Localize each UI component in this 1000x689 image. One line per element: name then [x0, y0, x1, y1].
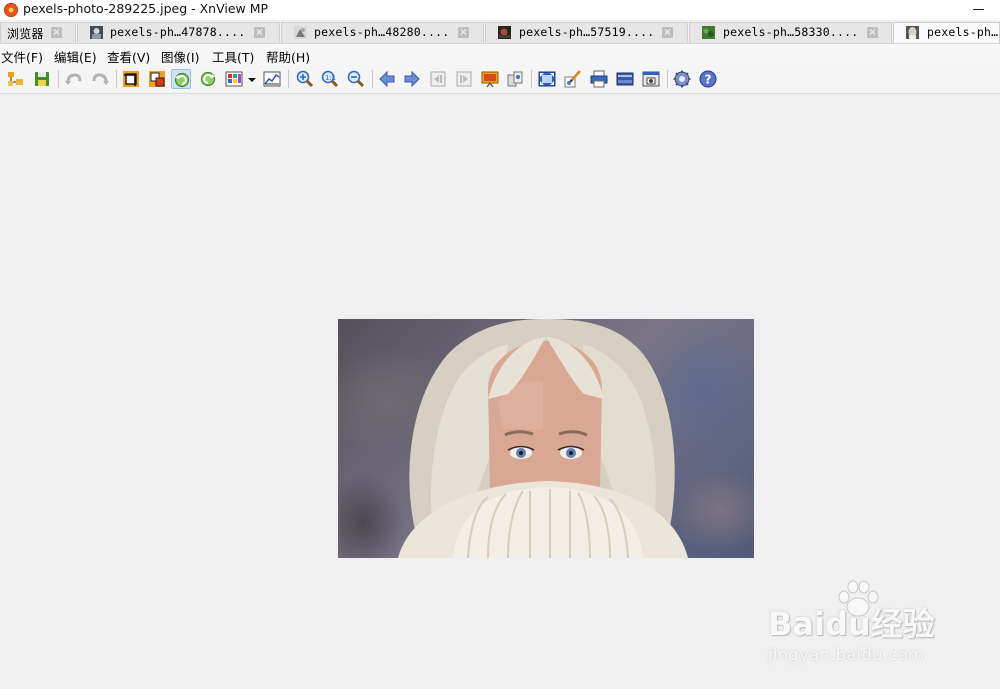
redo-icon[interactable]	[90, 69, 110, 89]
menu-tools[interactable]: 工具(T)	[212, 47, 254, 66]
toolbar-separator	[58, 70, 59, 88]
xnview-app-icon	[4, 3, 18, 17]
tab-close-icon[interactable]: ×	[662, 27, 673, 38]
image-thumbnail-icon	[906, 26, 919, 39]
image-thumbnail-icon	[702, 26, 715, 39]
toolbar-separator	[531, 70, 532, 88]
tab-label: pexels-ph…48280....	[314, 25, 450, 39]
menu-bar: 文件(F) 编辑(E) 查看(V) 图像(I) 工具(T) 帮助(H)	[0, 44, 1000, 65]
edit-paint-icon[interactable]	[563, 69, 583, 89]
capture-icon[interactable]	[641, 69, 661, 89]
title-bar: pexels-photo-289225.jpeg - XnView MP	[0, 0, 1000, 20]
baidu-watermark: Baidu经验 jingyan.baidu.com	[768, 579, 968, 671]
dropdown-arrow-icon[interactable]	[246, 69, 258, 89]
tab-label: pexels-ph…	[927, 25, 999, 39]
toolbar-separator	[372, 70, 373, 88]
previous-icon[interactable]	[377, 69, 397, 89]
save-icon[interactable]	[32, 69, 52, 89]
slideshow-icon[interactable]	[480, 69, 500, 89]
image-thumbnail-icon	[498, 26, 511, 39]
crop-icon[interactable]	[121, 69, 141, 89]
tab-browser[interactable]: 浏览器 ×	[0, 22, 76, 43]
zoom-fit-icon[interactable]: 1:1	[320, 69, 340, 89]
image-thumbnail-icon	[294, 26, 307, 39]
tab-image-2[interactable]: pexels-ph…48280.... ×	[281, 22, 484, 43]
tab-image-active[interactable]: pexels-ph…	[893, 22, 1000, 43]
toolbar-separator	[288, 70, 289, 88]
minimize-button[interactable]	[972, 2, 986, 16]
svg-text:1:1: 1:1	[325, 74, 336, 82]
undo-icon[interactable]	[64, 69, 84, 89]
tab-label: pexels-ph…57519....	[519, 25, 655, 39]
open-folder-icon[interactable]	[6, 69, 26, 89]
help-icon[interactable]: ?	[698, 69, 718, 89]
rotate-right-icon[interactable]	[198, 69, 218, 89]
tab-image-1[interactable]: pexels-ph…47878.... ×	[77, 22, 280, 43]
menu-view[interactable]: 查看(V)	[107, 47, 150, 66]
zoom-in-icon[interactable]	[295, 69, 315, 89]
tab-bar: 浏览器 × pexels-ph…47878.... × pexels-ph…48…	[0, 20, 1000, 44]
svg-text:?: ?	[705, 73, 712, 87]
tab-close-icon[interactable]: ×	[51, 27, 62, 38]
fullscreen-icon[interactable]	[537, 69, 557, 89]
tab-image-3[interactable]: pexels-ph…57519.... ×	[485, 22, 688, 43]
tab-label: pexels-ph…47878....	[110, 25, 246, 39]
tab-label: pexels-ph…58330....	[723, 25, 859, 39]
menu-image[interactable]: 图像(I)	[161, 47, 199, 66]
image-thumbnail-icon	[90, 26, 103, 39]
tab-close-icon[interactable]: ×	[254, 27, 265, 38]
first-page-icon[interactable]	[428, 69, 448, 89]
next-icon[interactable]	[402, 69, 422, 89]
menu-edit[interactable]: 编辑(E)	[54, 47, 97, 66]
color-adjust-icon[interactable]	[224, 69, 244, 89]
tab-image-4[interactable]: pexels-ph…58330.... ×	[689, 22, 892, 43]
compare-icon[interactable]	[505, 69, 525, 89]
tab-close-icon[interactable]: ×	[867, 27, 878, 38]
resize-icon[interactable]	[147, 69, 167, 89]
print-icon[interactable]	[589, 69, 609, 89]
window-title: pexels-photo-289225.jpeg - XnView MP	[23, 1, 269, 16]
histogram-icon[interactable]	[262, 69, 282, 89]
last-page-icon[interactable]	[454, 69, 474, 89]
rotate-left-icon[interactable]	[171, 69, 191, 89]
toolbar-separator	[116, 70, 117, 88]
menu-file[interactable]: 文件(F)	[1, 47, 43, 66]
watermark-brand: Baidu经验	[768, 605, 935, 643]
photo-content	[398, 319, 688, 558]
tab-label: 浏览器	[7, 27, 44, 41]
zoom-out-icon[interactable]	[346, 69, 366, 89]
menu-help[interactable]: 帮助(H)	[266, 47, 310, 66]
tab-close-icon[interactable]: ×	[458, 27, 469, 38]
toolbar-separator	[667, 70, 668, 88]
settings-icon[interactable]	[672, 69, 692, 89]
scan-icon[interactable]	[615, 69, 635, 89]
displayed-photo	[338, 319, 754, 558]
toolbar: 1:1 ?	[0, 65, 1000, 94]
watermark-url: jingyan.baidu.com	[768, 645, 925, 664]
